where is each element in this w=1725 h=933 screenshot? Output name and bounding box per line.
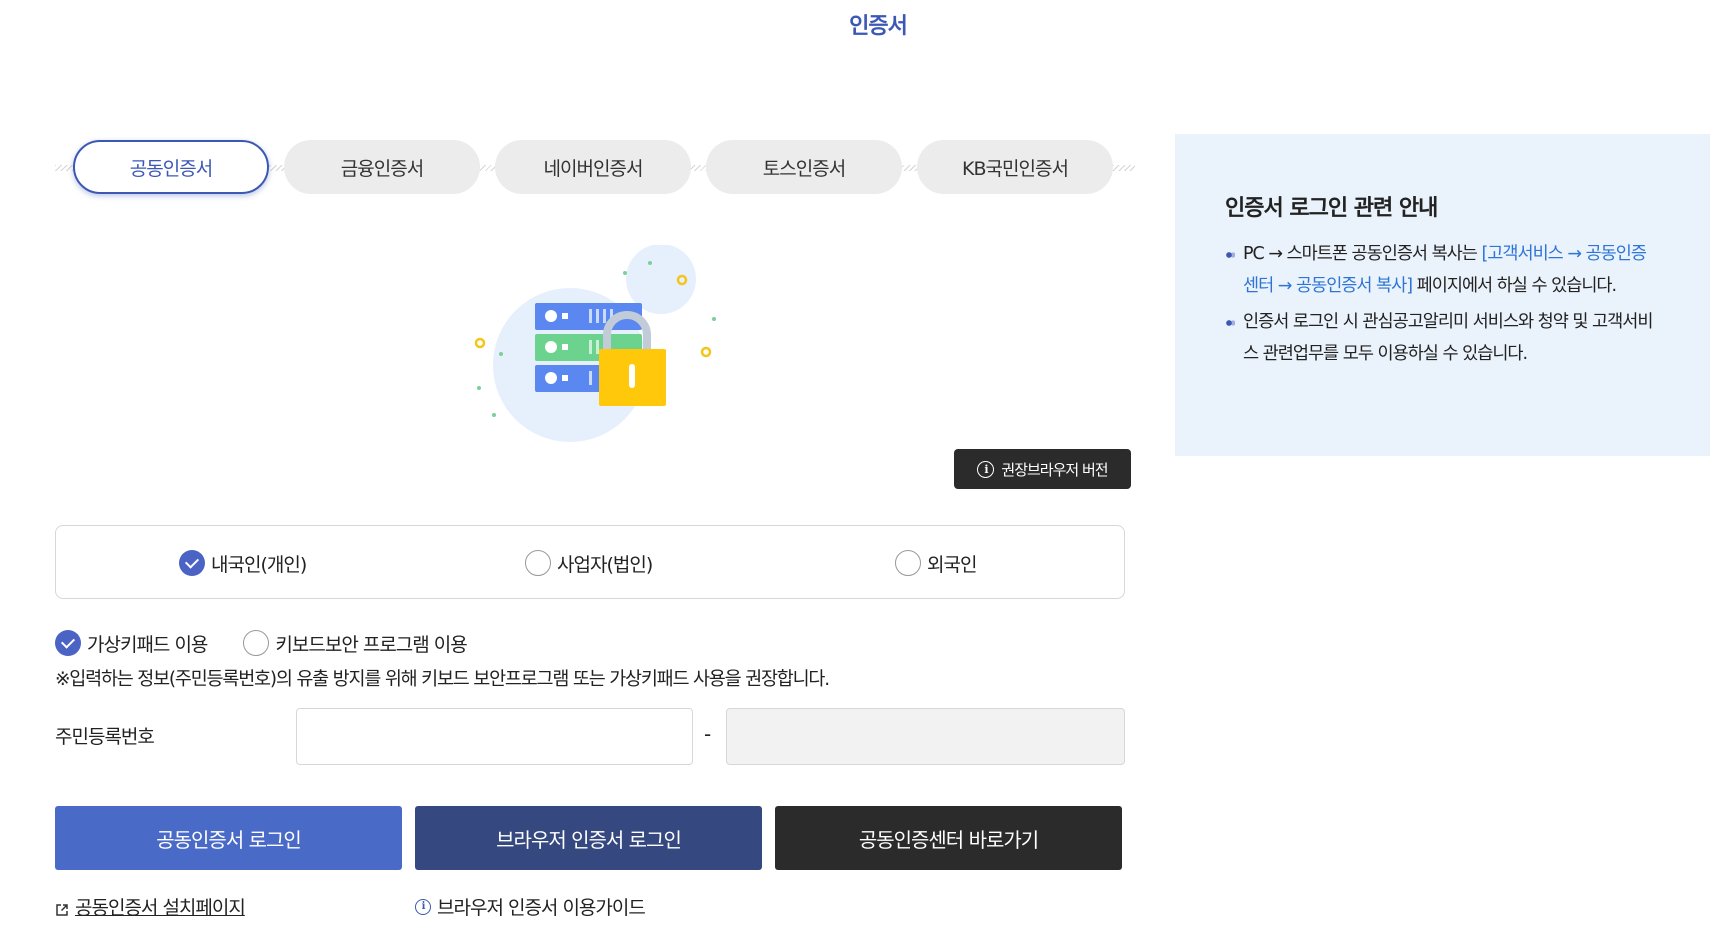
info-item-copy: PC → 스마트폰 공동인증서 복사는 [고객서비스 → 공동인증센터 → 공동…: [1225, 238, 1660, 302]
radio-label: 가상키패드 이용: [87, 633, 208, 656]
tab-joint-certificate[interactable]: 공동인증서: [73, 140, 269, 194]
radio-keyboard-security[interactable]: 키보드보안 프로그램 이용: [243, 628, 468, 658]
server-lock-illustration: [465, 244, 725, 455]
resident-id-first-input[interactable]: [296, 708, 693, 765]
radio-foreigner[interactable]: 외국인: [895, 526, 977, 600]
resident-id-separator: -: [704, 722, 712, 746]
radio-label: 키보드보안 프로그램 이용: [275, 633, 467, 656]
info-item-text: PC → 스마트폰 공동인증서 복사는: [1243, 244, 1482, 264]
external-link-icon: [55, 900, 69, 916]
security-notice: ※입력하는 정보(주민등록번호)의 유출 방지를 위해 키보드 보안프로그램 또…: [55, 669, 830, 690]
page-title: 인증서: [849, 14, 908, 39]
install-page-link[interactable]: 공동인증서 설치페이지: [55, 893, 246, 920]
tab-kb-certificate[interactable]: KB국민인증서: [917, 140, 1113, 194]
info-item-services: 인증서 로그인 시 관심공고알리미 서비스와 청약 및 고객서비스 관련업무를 …: [1225, 306, 1660, 370]
radio-virtual-keypad[interactable]: 가상키패드 이용: [55, 628, 208, 658]
resident-id-second-input[interactable]: [726, 708, 1125, 765]
recommended-browser-button[interactable]: i 권장브라우저 버전: [954, 449, 1131, 489]
certificate-tabs: 공동인증서 금융인증서 네이버인증서 토스인증서 KB국민인증서: [55, 140, 1135, 194]
radio-unchecked-icon: [895, 550, 921, 576]
tab-financial-certificate[interactable]: 금융인증서: [284, 140, 480, 194]
cert-center-button[interactable]: 공동인증센터 바로가기: [775, 806, 1122, 870]
info-panel-title: 인증서 로그인 관련 안내: [1225, 196, 1438, 221]
tab-naver-certificate[interactable]: 네이버인증서: [495, 140, 691, 194]
radio-label: 사업자(법인): [557, 553, 653, 576]
install-page-label: 공동인증서 설치페이지: [75, 897, 246, 919]
radio-domestic-individual[interactable]: 내국인(개인): [179, 526, 307, 600]
info-icon: i: [415, 898, 431, 915]
radio-checked-icon: [55, 630, 81, 656]
info-icon: i: [977, 460, 995, 478]
tab-toss-certificate[interactable]: 토스인증서: [706, 140, 902, 194]
resident-id-label: 주민등록번호: [55, 726, 155, 748]
cert-login-button[interactable]: 공동인증서 로그인: [55, 806, 402, 870]
radio-unchecked-icon: [525, 550, 551, 576]
radio-label: 내국인(개인): [211, 553, 307, 576]
radio-unchecked-icon: [243, 630, 270, 656]
radio-business-corporate[interactable]: 사업자(법인): [525, 526, 653, 600]
radio-label: 외국인: [927, 553, 977, 576]
radio-checked-icon: [179, 550, 205, 576]
keypad-option-group: 가상키패드 이용 키보드보안 프로그램 이용: [55, 628, 503, 658]
login-info-panel: 인증서 로그인 관련 안내 PC → 스마트폰 공동인증서 복사는 [고객서비스…: [1175, 134, 1710, 456]
browser-guide-link[interactable]: i 브라우저 인증서 이용가이드: [415, 893, 646, 920]
browser-cert-login-button[interactable]: 브라우저 인증서 로그인: [415, 806, 762, 870]
info-item-text: 페이지에서 하실 수 있습니다.: [1412, 276, 1617, 296]
browser-guide-label: 브라우저 인증서 이용가이드: [437, 897, 646, 919]
recommended-browser-label: 권장브라우저 버전: [1001, 460, 1108, 479]
user-type-group: 내국인(개인) 사업자(법인) 외국인: [55, 525, 1125, 599]
